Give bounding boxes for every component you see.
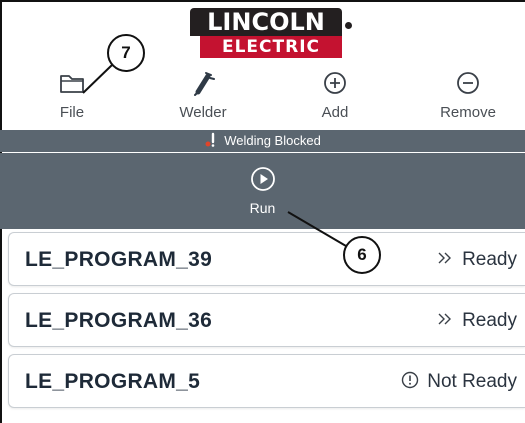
program-name: LE_PROGRAM_39 (25, 248, 213, 271)
program-state: Ready (436, 294, 517, 348)
remove-label: Remove (440, 104, 496, 121)
registered-mark (345, 22, 352, 29)
welder-button[interactable]: Welder (153, 70, 253, 128)
toolbar: File Welder Add Remove (0, 70, 525, 128)
program-name: LE_PROGRAM_5 (25, 370, 201, 393)
welding-status-bar: Welding Blocked (0, 130, 525, 152)
file-button[interactable]: File (22, 70, 122, 128)
program-state-text: Ready (462, 310, 517, 331)
remove-button[interactable]: Remove (418, 70, 518, 128)
callout-6: 6 (343, 236, 381, 274)
folder-icon (60, 75, 84, 93)
logo-top-text: LINCOLN (190, 8, 342, 36)
program-list-item[interactable]: LE_PROGRAM_5 Not Ready (8, 354, 525, 408)
program-state: Ready (436, 233, 517, 287)
minus-circle-icon (457, 72, 479, 94)
welder-label: Welder (179, 104, 227, 121)
program-state-text: Not Ready (427, 371, 517, 392)
program-state-text: Ready (462, 249, 517, 270)
program-name: LE_PROGRAM_36 (25, 309, 213, 332)
add-label: Add (321, 104, 349, 121)
status-text: Welding Blocked (224, 133, 321, 148)
run-label: Run (249, 200, 276, 216)
lincoln-electric-logo: LINCOLN ELECTRIC (190, 8, 354, 60)
welder-torch-icon (194, 72, 215, 96)
welding-blocked-icon (205, 132, 215, 147)
program-list-item[interactable]: LE_PROGRAM_39 Ready (8, 232, 525, 286)
callout-7: 7 (107, 34, 145, 72)
double-chevron-right-icon (438, 313, 452, 325)
logo-bottom-text: ELECTRIC (200, 36, 342, 58)
program-state: Not Ready (401, 355, 517, 409)
add-button[interactable]: Add (285, 70, 385, 128)
file-label: File (59, 104, 85, 121)
program-list-item[interactable]: LE_PROGRAM_36 Ready (8, 293, 525, 347)
exclamation-circle-icon (402, 371, 419, 389)
run-button[interactable]: Run (0, 153, 525, 229)
double-chevron-right-icon (438, 252, 452, 264)
play-circle-icon (250, 167, 275, 191)
plus-circle-icon (324, 72, 346, 94)
